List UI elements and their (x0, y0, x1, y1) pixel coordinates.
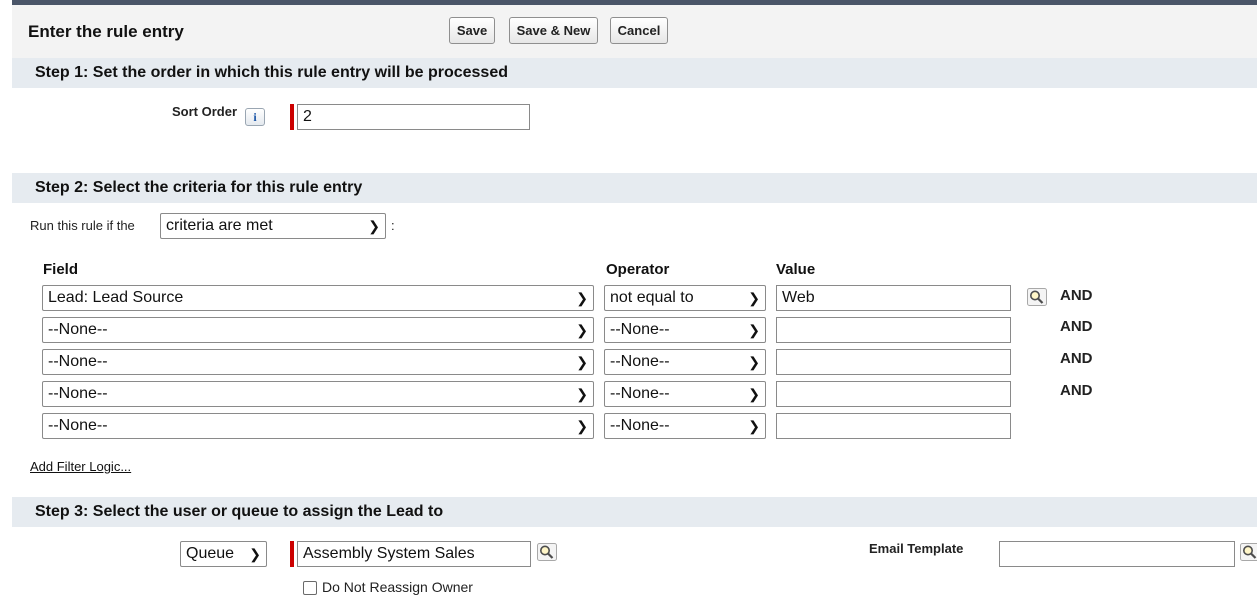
operator-select[interactable]: --None-- ❯ (604, 413, 766, 439)
step1-section-header: Step 1: Set the order in which this rule… (12, 58, 1257, 88)
do-not-reassign-label: Do Not Reassign Owner (322, 579, 473, 595)
operator-select-value: --None-- (610, 417, 670, 434)
chevron-down-icon: ❯ (368, 218, 380, 234)
and-conjunction: AND (1060, 350, 1093, 367)
field-select-value: --None-- (48, 417, 108, 434)
operator-select[interactable]: --None-- ❯ (604, 349, 766, 375)
field-select-value: --None-- (48, 353, 108, 370)
chevron-down-icon: ❯ (748, 290, 760, 306)
operator-select-value: --None-- (610, 321, 670, 338)
field-select[interactable]: Lead: Lead Source ❯ (42, 285, 594, 311)
field-select-value: --None-- (48, 385, 108, 402)
run-rule-prefix: Run this rule if the (30, 218, 135, 233)
page-title: Enter the rule entry (28, 22, 184, 41)
cancel-button[interactable]: Cancel (610, 17, 668, 44)
value-input[interactable] (776, 413, 1011, 439)
sort-order-input[interactable]: 2 (297, 104, 530, 130)
step1-heading: Step 1: Set the order in which this rule… (35, 64, 508, 81)
email-template-input[interactable] (999, 541, 1235, 567)
email-template-label: Email Template (869, 541, 964, 556)
lookup-icon[interactable] (1240, 543, 1257, 561)
step3-heading: Step 3: Select the user or queue to assi… (35, 503, 444, 520)
chevron-down-icon: ❯ (748, 386, 760, 402)
lookup-icon[interactable] (537, 543, 557, 561)
info-icon[interactable]: i (245, 108, 265, 126)
step3-section-header: Step 3: Select the user or queue to assi… (12, 497, 1257, 527)
step2-heading: Step 2: Select the criteria for this rul… (35, 179, 363, 196)
operator-column-header: Operator (606, 261, 670, 278)
field-select[interactable]: --None-- ❯ (42, 413, 594, 439)
assign-type-select[interactable]: Queue ❯ (180, 541, 267, 567)
operator-select[interactable]: not equal to ❯ (604, 285, 766, 311)
value-input[interactable] (776, 349, 1011, 375)
operator-select-value: --None-- (610, 385, 670, 402)
chevron-down-icon: ❯ (748, 418, 760, 434)
chevron-down-icon: ❯ (576, 322, 588, 338)
chevron-down-icon: ❯ (576, 290, 588, 306)
run-rule-suffix: : (391, 218, 395, 233)
step2-section-header: Step 2: Select the criteria for this rul… (12, 173, 1257, 203)
field-column-header: Field (43, 261, 79, 278)
required-indicator (290, 541, 294, 567)
do-not-reassign-checkbox[interactable] (303, 581, 317, 595)
and-conjunction: AND (1060, 318, 1093, 335)
field-select[interactable]: --None-- ❯ (42, 349, 594, 375)
save-and-new-button[interactable]: Save & New (509, 17, 598, 44)
operator-select-value: --None-- (610, 353, 670, 370)
and-conjunction: AND (1060, 287, 1093, 304)
add-filter-logic-link[interactable]: Add Filter Logic... (30, 459, 131, 474)
and-conjunction: AND (1060, 382, 1093, 399)
chevron-down-icon: ❯ (576, 418, 588, 434)
field-select[interactable]: --None-- ❯ (42, 381, 594, 407)
field-select-value: --None-- (48, 321, 108, 338)
operator-select[interactable]: --None-- ❯ (604, 317, 766, 343)
operator-select-value: not equal to (610, 289, 694, 306)
run-rule-select[interactable]: criteria are met ❯ (160, 213, 386, 239)
chevron-down-icon: ❯ (748, 354, 760, 370)
chevron-down-icon: ❯ (576, 354, 588, 370)
value-input[interactable] (776, 317, 1011, 343)
chevron-down-icon: ❯ (249, 546, 261, 562)
assignee-input[interactable]: Assembly System Sales (297, 541, 531, 567)
run-rule-select-value: criteria are met (166, 217, 273, 234)
chevron-down-icon: ❯ (576, 386, 588, 402)
field-select[interactable]: --None-- ❯ (42, 317, 594, 343)
save-button[interactable]: Save (449, 17, 495, 44)
lookup-icon[interactable] (1027, 288, 1047, 306)
value-column-header: Value (776, 261, 816, 278)
chevron-down-icon: ❯ (748, 322, 760, 338)
required-indicator (290, 104, 294, 130)
assign-type-value: Queue (186, 545, 235, 562)
sort-order-label: Sort Order (172, 104, 238, 119)
operator-select[interactable]: --None-- ❯ (604, 381, 766, 407)
field-select-value: Lead: Lead Source (48, 289, 184, 306)
value-input[interactable]: Web (776, 285, 1011, 311)
value-input[interactable] (776, 381, 1011, 407)
